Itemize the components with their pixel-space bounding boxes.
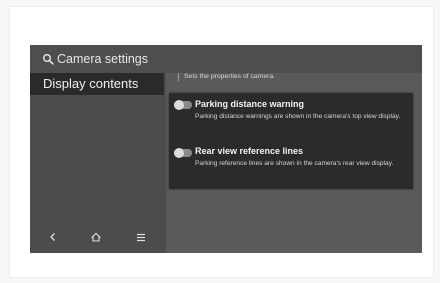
page-title: Camera settings (42, 52, 148, 66)
sidebar-item-display-contents[interactable]: Display contents (30, 73, 164, 95)
option-description: Parking reference lines are shown in the… (195, 160, 394, 167)
section-description: Sets the properties of camera. (178, 73, 275, 81)
page-title-text: Camera settings (57, 52, 149, 66)
search-icon[interactable] (42, 53, 54, 65)
toggle-knob (174, 100, 184, 110)
home-icon (91, 232, 101, 242)
parking-distance-toggle[interactable] (174, 100, 192, 110)
home-button[interactable] (86, 227, 106, 247)
option-title: Rear view reference lines (195, 146, 304, 156)
sidebar-item-label: Display contents (43, 76, 139, 91)
option-description: Parking distance warnings are shown in t… (195, 113, 401, 120)
camera-settings-screen: Camera settings Display contents Sets th… (30, 45, 422, 253)
menu-button[interactable] (131, 227, 151, 247)
bottom-nav (30, 227, 166, 247)
back-button[interactable] (43, 227, 63, 247)
rear-view-toggle[interactable] (174, 148, 192, 158)
sidebar: Display contents (30, 73, 166, 253)
menu-icon (137, 233, 145, 241)
toggle-knob (174, 148, 184, 158)
options-panel: Parking distance warning Parking distanc… (169, 93, 413, 189)
back-icon (50, 233, 55, 241)
option-title: Parking distance warning (195, 99, 305, 109)
header-bar: Camera settings (30, 45, 422, 73)
